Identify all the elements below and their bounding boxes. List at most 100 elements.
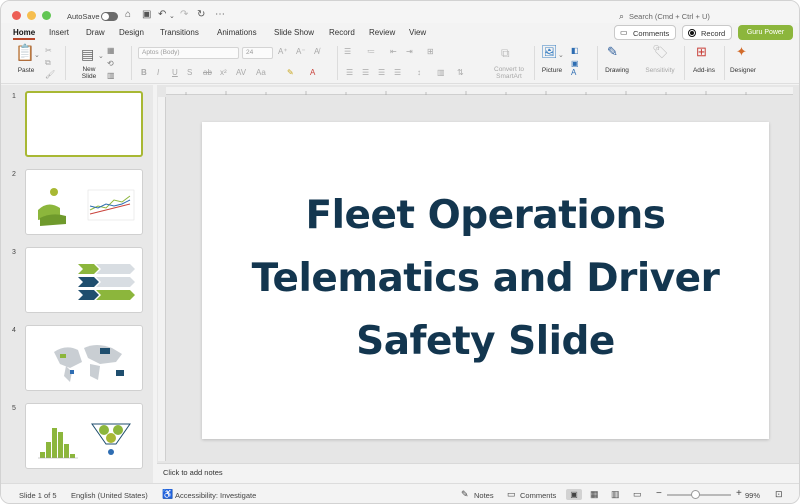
text-direction-icon[interactable]: ⇅ (457, 69, 464, 77)
tab-animations[interactable]: Animations (217, 28, 257, 37)
zoom-slider-thumb[interactable] (691, 490, 700, 499)
add-ins-icon[interactable]: ⊞ (696, 45, 707, 58)
section-icon[interactable]: ▥ (107, 72, 115, 80)
more-icon[interactable]: ⋯ (215, 10, 225, 20)
comments-button[interactable]: ▭ Comments (614, 25, 676, 40)
tab-home[interactable]: Home (13, 28, 35, 37)
strikethrough-icon[interactable]: ab (203, 69, 212, 77)
notes-pane[interactable]: Click to add notes (157, 463, 799, 483)
paste-dropdown-icon[interactable]: ⌄ (34, 50, 40, 62)
align-right-icon[interactable]: ☰ (378, 69, 385, 77)
character-spacing-icon[interactable]: AV (236, 69, 246, 77)
tab-transitions[interactable]: Transitions (160, 28, 199, 37)
vertical-ruler (158, 97, 166, 461)
clear-formatting-icon[interactable]: A̸ (314, 48, 319, 56)
drawing-icon[interactable]: ✎ (607, 45, 618, 58)
line-spacing-icon[interactable]: ↕ (417, 69, 421, 77)
slide-thumbnail-3[interactable] (25, 247, 143, 313)
underline-icon[interactable]: U (172, 69, 178, 77)
tab-review[interactable]: Review (369, 28, 395, 37)
normal-view-icon[interactable]: ▣ (566, 489, 582, 500)
histogram-funnel-thumbnail-graphic (38, 423, 131, 459)
tab-insert[interactable]: Insert (49, 28, 69, 37)
bullets-icon[interactable]: ☰ (344, 48, 351, 56)
bold-icon[interactable]: B (141, 69, 147, 77)
new-slide-icon[interactable]: ▤ (81, 47, 94, 61)
accessibility-status[interactable]: Accessibility: Investigate (175, 491, 256, 500)
slide-thumbnail-4[interactable] (25, 325, 143, 391)
farm-chart-thumbnail-graphic (38, 188, 135, 226)
new-slide-label: New Slide (81, 66, 97, 80)
columns-icon[interactable]: ▥ (437, 69, 445, 77)
zoom-window-button[interactable] (42, 11, 51, 20)
language[interactable]: English (United States) (71, 491, 148, 500)
home-icon[interactable]: ⌂ (125, 10, 131, 20)
align-center-icon[interactable]: ☰ (362, 69, 369, 77)
designer-icon[interactable]: ✦ (736, 45, 747, 58)
reset-icon[interactable]: ⟲ (107, 60, 114, 68)
font-color-icon[interactable]: A (310, 69, 315, 77)
record-button[interactable]: Record (682, 25, 732, 40)
tab-slide-show[interactable]: Slide Show (274, 28, 314, 37)
current-slide[interactable]: Fleet Operations Telematics and Driver S… (202, 122, 769, 439)
cut-icon[interactable]: ✂ (45, 47, 52, 55)
format-painter-icon[interactable]: 🖌 (45, 71, 55, 79)
slide-sorter-icon[interactable]: ▦ (590, 489, 599, 500)
font-size-input[interactable]: 24 (242, 47, 273, 59)
powerpoint-window: AutoSave ⌂ ▣ ↶ ⌄ ↷ ↻ ⋯ ⌕ Search (Cmd + C… (0, 0, 800, 504)
fit-slide-icon[interactable]: ⊡ (775, 489, 783, 500)
new-slide-dropdown-icon[interactable]: ⌄ (98, 51, 104, 63)
shapes-icon[interactable]: ◧ (571, 47, 579, 55)
notes-toggle[interactable]: Notes (474, 491, 494, 500)
status-bar: Slide 1 of 5 English (United States) ♿ A… (1, 483, 799, 503)
zoom-level[interactable]: 99% (745, 491, 760, 500)
slide-title[interactable]: Fleet Operations Telematics and Driver S… (202, 184, 769, 373)
change-case-icon[interactable]: Aa (256, 69, 266, 77)
slideshow-icon[interactable]: ▭ (633, 489, 642, 500)
undo-dropdown-icon[interactable]: ⌄ (169, 12, 175, 22)
tab-view[interactable]: View (409, 28, 426, 37)
numbering-icon[interactable]: ≔ (367, 48, 375, 56)
zoom-out-icon[interactable]: − (656, 488, 662, 499)
close-window-button[interactable] (12, 11, 21, 20)
guru-power-button[interactable]: Guru Power (738, 25, 793, 40)
picture-icon[interactable]: 🖼 (541, 45, 558, 58)
zoom-slider[interactable] (667, 490, 731, 499)
font-name-input[interactable]: Aptos (Body) (138, 47, 239, 59)
slide-thumbnail-5[interactable] (25, 403, 143, 469)
minimize-window-button[interactable] (27, 11, 36, 20)
slide-thumbnail-pane: 1 2 3 4 5 (1, 85, 153, 483)
picture-dropdown-icon[interactable]: ⌄ (558, 50, 564, 62)
highlight-icon[interactable]: ✎ (287, 69, 294, 77)
slide-thumbnail-2[interactable] (25, 169, 143, 235)
italic-icon[interactable]: I (157, 69, 159, 77)
paste-icon[interactable]: 📋 (15, 46, 35, 62)
world-map-thumbnail-graphic (54, 345, 124, 382)
decrease-font-icon[interactable]: A⁻ (296, 48, 306, 56)
tab-record[interactable]: Record (329, 28, 355, 37)
justify-icon[interactable]: ☰ (394, 69, 401, 77)
tab-design[interactable]: Design (119, 28, 144, 37)
undo-icon[interactable]: ↶ (158, 10, 166, 20)
comments-toggle[interactable]: Comments (520, 491, 556, 500)
layout-icon[interactable]: ▦ (107, 47, 115, 55)
shadow-icon[interactable]: S (187, 69, 192, 77)
tab-draw[interactable]: Draw (86, 28, 105, 37)
copy-icon[interactable]: ⧉ (45, 59, 51, 67)
arrange-icon[interactable]: ▣ (571, 60, 579, 68)
textbox-icon[interactable]: A (571, 69, 576, 77)
reading-view-icon[interactable]: ▥ (611, 489, 620, 500)
repeat-icon[interactable]: ↻ (197, 10, 205, 20)
save-icon[interactable]: ▣ (142, 10, 151, 20)
autosave-toggle[interactable] (101, 12, 118, 21)
slide-thumbnail-1[interactable] (25, 91, 143, 157)
align-text-icon[interactable]: ⊞ (427, 48, 434, 56)
search-input[interactable]: Search (Cmd + Ctrl + U) (629, 12, 710, 21)
increase-indent-icon[interactable]: ⇥ (406, 48, 413, 56)
align-left-icon[interactable]: ☰ (346, 69, 353, 77)
increase-font-icon[interactable]: A⁺ (278, 48, 288, 56)
superscript-icon[interactable]: x² (220, 69, 227, 77)
decrease-indent-icon[interactable]: ⇤ (390, 48, 397, 56)
zoom-in-icon[interactable]: + (736, 488, 742, 499)
divider (131, 46, 132, 80)
